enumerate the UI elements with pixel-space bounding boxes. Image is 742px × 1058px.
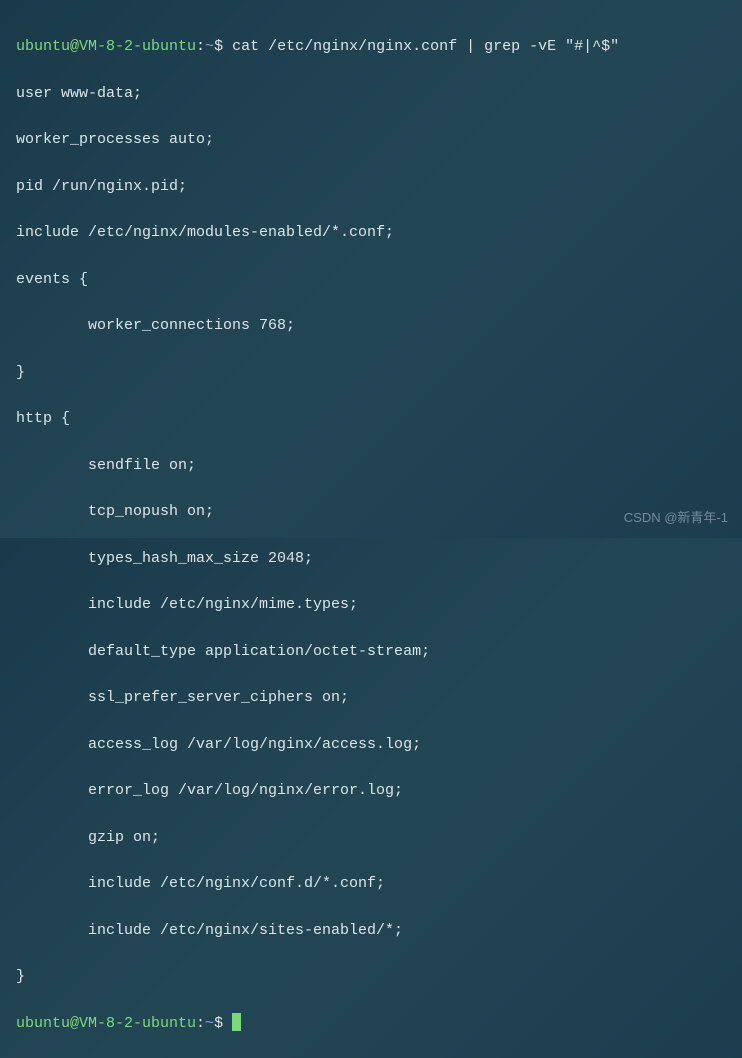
output-line: http { bbox=[16, 407, 726, 430]
output-line: include /etc/nginx/conf.d/*.conf; bbox=[16, 872, 726, 895]
output-line: worker_connections 768; bbox=[16, 314, 726, 337]
output-line: default_type application/octet-stream; bbox=[16, 640, 726, 663]
output-line: include /etc/nginx/modules-enabled/*.con… bbox=[16, 221, 726, 244]
output-line: ssl_prefer_server_ciphers on; bbox=[16, 686, 726, 709]
prompt-userhost: ubuntu@VM-8-2-ubuntu bbox=[16, 1015, 196, 1032]
output-line: pid /run/nginx.pid; bbox=[16, 175, 726, 198]
output-line: error_log /var/log/nginx/error.log; bbox=[16, 779, 726, 802]
output-line: worker_processes auto; bbox=[16, 128, 726, 151]
prompt-path: ~ bbox=[205, 1015, 214, 1032]
output-line: gzip on; bbox=[16, 826, 726, 849]
output-line: include /etc/nginx/sites-enabled/*; bbox=[16, 919, 726, 942]
output-line: tcp_nopush on; bbox=[16, 500, 726, 523]
output-line: } bbox=[16, 965, 726, 988]
prompt-line-1: ubuntu@VM-8-2-ubuntu:~$ cat /etc/nginx/n… bbox=[16, 35, 726, 58]
prompt-sep: : bbox=[196, 1015, 205, 1032]
output-line: } bbox=[16, 361, 726, 384]
prompt-sep: : bbox=[196, 38, 205, 55]
prompt-line-2: ubuntu@VM-8-2-ubuntu:~$ bbox=[16, 1012, 726, 1035]
cursor-icon bbox=[232, 1013, 241, 1031]
command-text: cat /etc/nginx/nginx.conf | grep -vE "#|… bbox=[223, 38, 619, 55]
output-line: sendfile on; bbox=[16, 454, 726, 477]
output-line: include /etc/nginx/mime.types; bbox=[16, 593, 726, 616]
command-text bbox=[223, 1015, 232, 1032]
prompt-path: ~ bbox=[205, 38, 214, 55]
output-line: access_log /var/log/nginx/access.log; bbox=[16, 733, 726, 756]
output-line: types_hash_max_size 2048; bbox=[16, 547, 726, 570]
prompt-dollar: $ bbox=[214, 1015, 223, 1032]
terminal-output[interactable]: ubuntu@VM-8-2-ubuntu:~$ cat /etc/nginx/n… bbox=[16, 12, 726, 1058]
prompt-dollar: $ bbox=[214, 38, 223, 55]
watermark-text: CSDN @新青年-1 bbox=[624, 508, 728, 528]
output-line: events { bbox=[16, 268, 726, 291]
output-line: user www-data; bbox=[16, 82, 726, 105]
prompt-userhost: ubuntu@VM-8-2-ubuntu bbox=[16, 38, 196, 55]
